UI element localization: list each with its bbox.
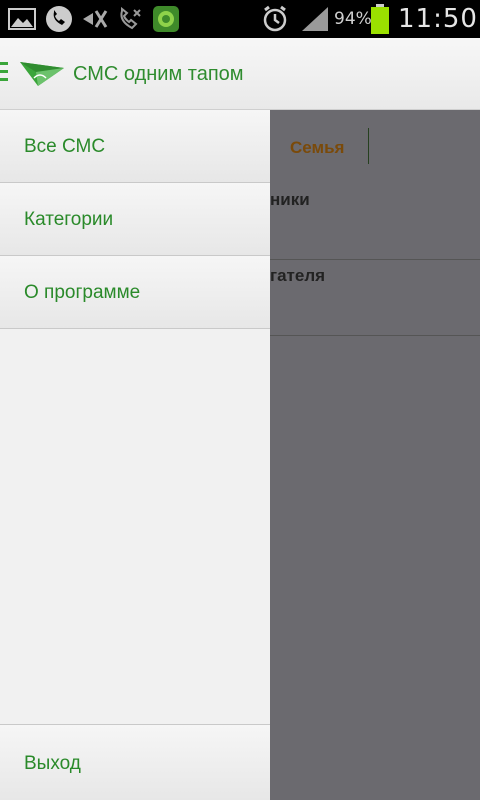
signal-icon bbox=[300, 6, 330, 32]
app-title: СМС одним тапом bbox=[73, 63, 244, 85]
list-item: ники bbox=[270, 184, 480, 260]
missed-call-icon bbox=[116, 6, 146, 32]
app-icon bbox=[152, 6, 180, 32]
drawer-item-label: Категории bbox=[24, 209, 114, 230]
list-item-title: гателя bbox=[270, 266, 326, 285]
action-bar: СМС одним тапом bbox=[0, 38, 480, 110]
list-item-title: ники bbox=[270, 190, 310, 209]
clock: 11:50 bbox=[398, 4, 478, 34]
drawer-item-label: Выход bbox=[24, 753, 81, 774]
paper-plane-logo-icon[interactable] bbox=[18, 58, 66, 93]
drawer-item-about[interactable]: О программе bbox=[0, 256, 270, 329]
drawer-item-categories[interactable]: Категории bbox=[0, 183, 270, 256]
navigation-drawer: Все СМС Категории О программе Выход bbox=[0, 110, 270, 800]
battery-icon bbox=[370, 4, 390, 34]
list-item: гателя bbox=[270, 260, 480, 336]
phone-call-icon bbox=[44, 6, 74, 32]
drawer-item-label: Все СМС bbox=[24, 136, 106, 157]
status-bar: 94% 11:50 bbox=[0, 0, 480, 38]
drawer-item-all-sms[interactable]: Все СМС bbox=[0, 110, 270, 183]
drawer-toggle-icon[interactable] bbox=[0, 62, 10, 86]
main-content-dimmed: Семья ники гателя bbox=[270, 110, 480, 800]
drawer-item-exit[interactable]: Выход bbox=[0, 724, 270, 800]
tab-family: Семья bbox=[290, 138, 345, 157]
alarm-icon bbox=[260, 5, 290, 32]
battery-percent: 94% bbox=[334, 9, 372, 29]
gallery-icon bbox=[8, 6, 36, 32]
mute-icon bbox=[80, 6, 110, 32]
tab-divider bbox=[368, 128, 369, 164]
drawer-item-label: О программе bbox=[24, 282, 141, 303]
